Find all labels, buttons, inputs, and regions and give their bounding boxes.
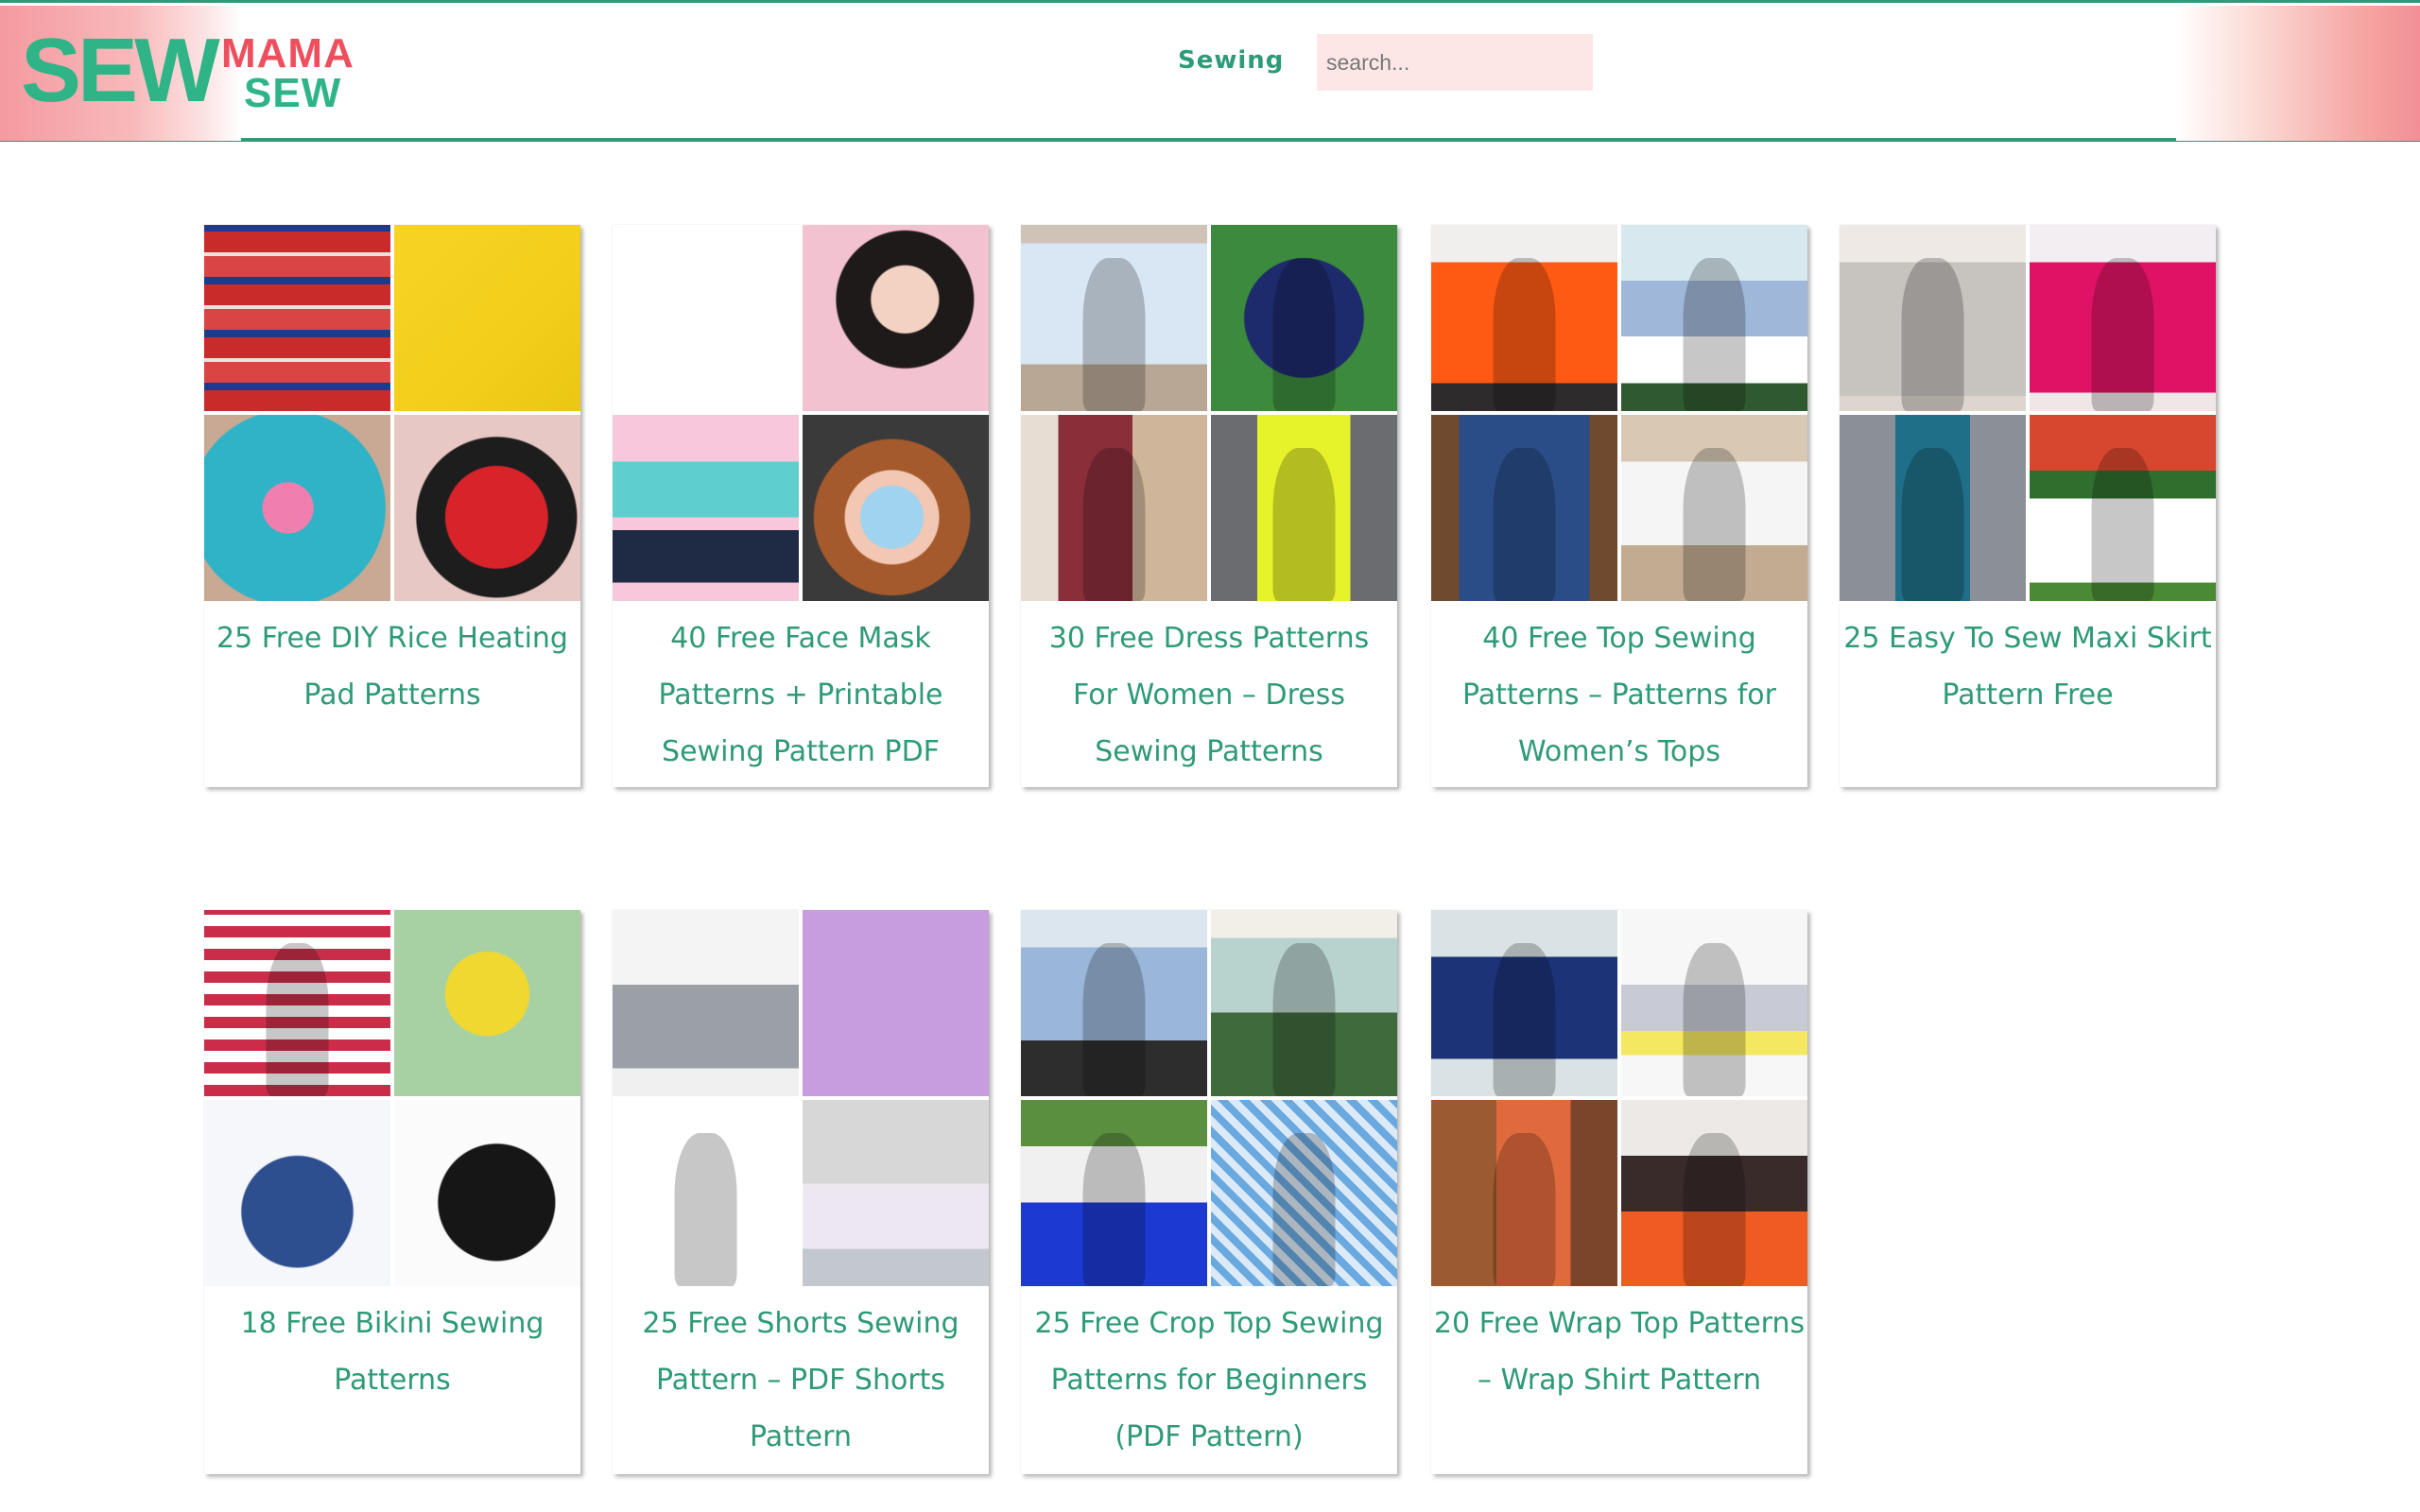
thumbnail-image <box>803 1100 989 1286</box>
thumbnail-image <box>1840 225 2026 411</box>
post-card[interactable]: 25 Free DIY Rice Heating Pad Patterns <box>204 225 580 787</box>
post-title[interactable]: 25 Free Shorts Sewing Pattern – PDF Shor… <box>613 1286 989 1473</box>
post-thumbnail-collage[interactable] <box>613 910 989 1286</box>
post-title[interactable]: 25 Free DIY Rice Heating Pad Patterns <box>204 601 580 731</box>
post-thumbnail-collage[interactable] <box>1431 910 1807 1286</box>
thumbnail-image <box>613 415 799 601</box>
post-card[interactable]: 25 Free Crop Top Sewing Patterns for Beg… <box>1021 910 1397 1474</box>
thumbnail-image <box>1211 225 1397 411</box>
post-title[interactable]: 18 Free Bikini Sewing Patterns <box>204 1286 580 1417</box>
search-input[interactable] <box>1317 34 1593 91</box>
post-card[interactable]: 30 Free Dress Patterns For Women – Dress… <box>1021 225 1397 787</box>
thumbnail-image <box>394 225 580 411</box>
thumbnail-image <box>613 1100 799 1286</box>
thumbnail-image <box>1840 415 2026 601</box>
thumbnail-image <box>1211 1100 1397 1286</box>
thumbnail-image <box>1431 415 1617 601</box>
thumbnail-image <box>394 1100 580 1286</box>
thumbnail-image <box>1621 415 1807 601</box>
thumbnail-image <box>803 415 989 601</box>
thumbnail-image <box>2030 415 2216 601</box>
thumbnail-image <box>1621 1100 1807 1286</box>
post-thumbnail-collage[interactable] <box>1840 225 2216 601</box>
thumbnail-image <box>1211 910 1397 1096</box>
post-thumbnail-collage[interactable] <box>204 910 580 1286</box>
nav-link-sewing[interactable]: Sewing <box>1178 46 1284 75</box>
thumbnail-image <box>394 415 580 601</box>
thumbnail-image <box>204 910 390 1096</box>
thumbnail-image <box>1021 225 1207 411</box>
logo-sew-large: SEW <box>21 20 220 121</box>
logo-sew-small: SEW <box>244 70 342 116</box>
post-title[interactable]: 25 Free Crop Top Sewing Patterns for Beg… <box>1021 1286 1397 1473</box>
thumbnail-image <box>803 910 989 1096</box>
thumbnail-image <box>394 910 580 1096</box>
header-decoration <box>2176 6 2420 141</box>
site-logo[interactable]: SEW MAMA SEW <box>21 26 361 120</box>
thumbnail-image <box>1621 910 1807 1096</box>
post-thumbnail-collage[interactable] <box>204 225 580 601</box>
thumbnail-image <box>613 910 799 1096</box>
post-card[interactable]: 25 Easy To Sew Maxi Skirt Pattern Free <box>1840 225 2216 787</box>
thumbnail-image <box>1431 1100 1617 1286</box>
thumbnail-image <box>204 225 390 411</box>
post-card[interactable]: 40 Free Face Mask Patterns + Printable S… <box>613 225 989 787</box>
post-card[interactable]: 20 Free Wrap Top Patterns – Wrap Shirt P… <box>1431 910 1807 1474</box>
post-card[interactable]: 40 Free Top Sewing Patterns – Patterns f… <box>1431 225 1807 787</box>
post-card[interactable]: 18 Free Bikini Sewing Patterns <box>204 910 580 1474</box>
post-title[interactable]: 30 Free Dress Patterns For Women – Dress… <box>1021 601 1397 788</box>
thumbnail-image <box>1431 910 1617 1096</box>
post-thumbnail-collage[interactable] <box>1021 910 1397 1286</box>
post-title[interactable]: 40 Free Face Mask Patterns + Printable S… <box>613 601 989 788</box>
thumbnail-image <box>1021 415 1207 601</box>
thumbnail-image <box>204 1100 390 1286</box>
post-title[interactable]: 40 Free Top Sewing Patterns – Patterns f… <box>1431 601 1807 788</box>
thumbnail-image <box>1021 1100 1207 1286</box>
post-thumbnail-collage[interactable] <box>1021 225 1397 601</box>
post-title[interactable]: 25 Easy To Sew Maxi Skirt Pattern Free <box>1840 601 2216 731</box>
post-thumbnail-collage[interactable] <box>613 225 989 601</box>
post-card[interactable]: 25 Free Shorts Sewing Pattern – PDF Shor… <box>613 910 989 1474</box>
post-thumbnail-collage[interactable] <box>1431 225 1807 601</box>
thumbnail-image <box>1431 225 1617 411</box>
logo-mama: MAMA <box>221 30 354 77</box>
thumbnail-image <box>204 415 390 601</box>
thumbnail-image <box>1621 225 1807 411</box>
post-title[interactable]: 20 Free Wrap Top Patterns – Wrap Shirt P… <box>1431 1286 1807 1417</box>
thumbnail-image <box>613 225 799 411</box>
thumbnail-image <box>1021 910 1207 1096</box>
thumbnail-image <box>2030 225 2216 411</box>
thumbnail-image <box>803 225 989 411</box>
thumbnail-image <box>1211 415 1397 601</box>
site-header: SEW MAMA SEW Sewing <box>0 0 2420 142</box>
